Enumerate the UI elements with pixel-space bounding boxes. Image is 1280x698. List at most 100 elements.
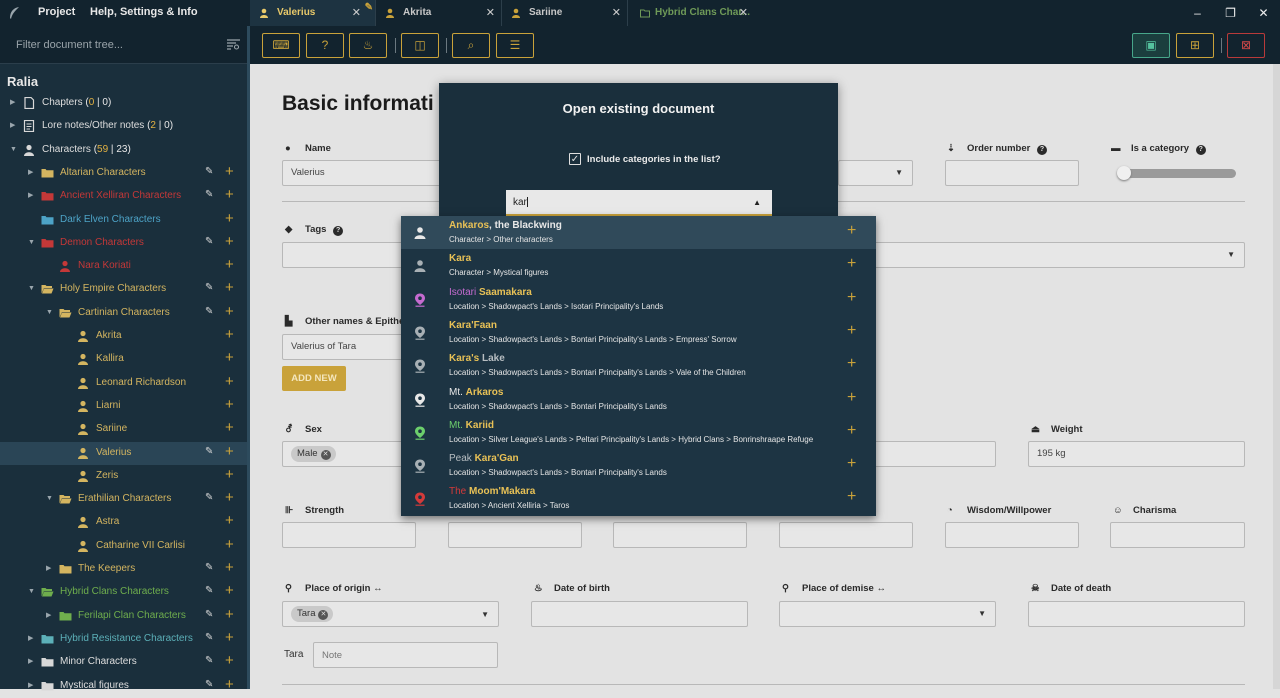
date-of-birth-field[interactable] — [531, 601, 748, 627]
chevron-right-icon[interactable]: ▶ — [10, 121, 18, 131]
add-icon[interactable]: + — [225, 187, 234, 203]
help-icon[interactable]: ? — [333, 226, 344, 236]
include-categories-checkbox[interactable]: ✓ — [569, 153, 581, 165]
edit-icon[interactable]: ✎ — [205, 632, 215, 643]
add-icon[interactable]: + — [225, 163, 234, 180]
edit-icon[interactable]: ✎ — [205, 306, 215, 317]
filter-tree-input[interactable]: Filter document tree... — [0, 26, 247, 64]
search-result-item[interactable]: Peak Kara'Gan Location > Shadowpact's Lan… — [401, 449, 876, 482]
sidebar-item-holy-empire-characters[interactable]: ▼ Holy Empire Characters ✎ + — [0, 278, 247, 301]
search-result-item[interactable]: The Moom'Makara Location > Ancient Xellir… — [401, 482, 876, 515]
stat-field[interactable] — [613, 522, 747, 548]
close-icon[interactable]: ✕ — [739, 0, 748, 26]
edit-icon[interactable]: ✎ — [205, 679, 215, 690]
edit-icon[interactable]: ✎ — [205, 446, 215, 457]
remove-chip-icon[interactable]: ✕ — [318, 610, 329, 620]
sidebar-item-kallira[interactable]: Kallira + — [0, 348, 247, 371]
order-number-field[interactable] — [945, 160, 1079, 186]
sidebar-item-lore-notes-other-notes[interactable]: ▶ Lore notes/Other notes (2 | 0) — [0, 115, 247, 138]
sidebar-item-sariine[interactable]: Sariine + — [0, 418, 247, 441]
document-search-input[interactable]: kar ▲ — [506, 190, 772, 216]
close-icon[interactable]: ✕ — [352, 0, 361, 26]
chevron-right-icon[interactable]: ▶ — [46, 564, 54, 574]
tab-valerius[interactable]: Valerius ✕ ✎ — [250, 0, 376, 26]
sidebar-item-demon-characters[interactable]: ▼ Demon Characters ✎ + — [0, 232, 247, 255]
add-icon[interactable]: + — [225, 373, 234, 390]
add-icon[interactable]: + — [225, 629, 234, 646]
help-document-button[interactable]: ? — [306, 33, 344, 58]
add-icon[interactable]: + — [225, 536, 234, 553]
add-icon[interactable]: + — [225, 350, 234, 366]
add-icon[interactable]: + — [847, 456, 856, 472]
sidebar-item-leonard-richardson[interactable]: Leonard Richardson + — [0, 372, 247, 395]
sex-chip[interactable]: Male ✕ — [291, 446, 336, 462]
chevron-right-icon[interactable]: ▶ — [10, 98, 18, 108]
add-icon[interactable]: + — [225, 257, 234, 273]
chevron-down-icon[interactable]: ▼ — [10, 145, 18, 155]
chevron-right-icon[interactable]: ▶ — [28, 191, 36, 201]
charisma-field[interactable] — [1110, 522, 1245, 548]
tab-hybrid-clans[interactable]: Hybrid Clans Char... ✕ — [628, 0, 754, 26]
tree-button[interactable]: ⊞ — [1176, 33, 1214, 58]
sidebar-item-akrita[interactable]: Akrita + — [0, 325, 247, 348]
close-icon[interactable]: ✕ — [486, 0, 495, 26]
search-result-item[interactable]: Kara's Lake Location > Shadowpact's Lands… — [401, 349, 876, 382]
place-of-origin-select[interactable]: Tara ✕ ▼ — [282, 601, 499, 627]
add-new-button[interactable]: ADD NEW — [282, 366, 346, 391]
sidebar-item-zeris[interactable]: Zeris + — [0, 465, 247, 488]
add-icon[interactable]: + — [225, 513, 234, 529]
sidebar-item-the-keepers[interactable]: ▶ The Keepers ✎ + — [0, 558, 247, 581]
edit-icon[interactable]: ✎ — [205, 236, 215, 247]
delete-document-button[interactable]: ⊠ — [1227, 33, 1265, 58]
add-icon[interactable]: + — [225, 490, 234, 506]
stat-field[interactable] — [448, 522, 582, 548]
edit-icon[interactable]: ✎ — [205, 190, 215, 200]
name-field[interactable]: Valerius — [282, 160, 452, 186]
chevron-right-icon[interactable]: ▶ — [46, 611, 54, 621]
filter-list-icon[interactable] — [227, 39, 240, 50]
search-result-item[interactable]: Kara Character > Mystical figures + — [401, 249, 876, 282]
chevron-right-icon[interactable]: ▶ — [28, 657, 36, 667]
search-database-button[interactable]: ⌕ — [452, 33, 490, 58]
minimize-button[interactable]: – — [1181, 0, 1214, 26]
close-icon[interactable]: ✕ — [612, 0, 621, 26]
origin-note-field[interactable] — [313, 642, 498, 668]
sidebar-item-dark-elven-characters[interactable]: Dark Elven Characters + — [0, 209, 247, 232]
edit-icon[interactable]: ✎ — [205, 609, 215, 620]
search-result-item[interactable]: Mt. Arkaros Location > Shadowpact's Lands… — [401, 383, 876, 416]
dropdown-arrow-icon[interactable]: ▲ — [753, 198, 761, 207]
place-of-demise-select[interactable]: ▼ — [779, 601, 996, 627]
swap-icon[interactable]: ↔ — [373, 583, 383, 594]
add-icon[interactable]: + — [847, 289, 856, 306]
add-icon[interactable]: + — [847, 422, 856, 439]
sidebar-item-erathilian-characters[interactable]: ▼ Erathilian Characters ✎ + — [0, 488, 247, 511]
add-icon[interactable]: + — [225, 233, 234, 250]
chevron-down-icon[interactable]: ▼ — [46, 308, 54, 318]
edit-icon[interactable]: ✎ — [205, 493, 215, 503]
wisdom-field[interactable] — [945, 522, 1079, 548]
add-icon[interactable]: + — [225, 327, 234, 343]
add-icon[interactable]: + — [847, 489, 856, 505]
sidebar-item-cartinian-characters[interactable]: ▼ Cartinian Characters ✎ + — [0, 302, 247, 325]
add-icon[interactable]: + — [225, 466, 234, 483]
add-icon[interactable]: + — [847, 256, 856, 272]
help-icon[interactable]: ? — [1037, 145, 1047, 155]
sidebar-item-valerius[interactable]: Valerius ✎ + — [0, 441, 247, 465]
search-result-item[interactable]: Isotari Saamakara Location > Shadowpact's… — [401, 283, 876, 316]
chevron-down-icon[interactable]: ▼ — [28, 587, 36, 597]
content-scrollbar[interactable] — [1273, 64, 1280, 689]
search-result-item[interactable]: Ankaros, the Blackwing Character > Other … — [401, 216, 876, 249]
sidebar-item-ancient-xelliran-characters[interactable]: ▶ Ancient Xelliran Characters ✎ + — [0, 185, 247, 208]
date-of-death-field[interactable] — [1028, 601, 1245, 627]
add-icon[interactable]: + — [225, 210, 234, 227]
add-icon[interactable]: + — [225, 583, 234, 599]
sidebar-item-mystical-figures[interactable]: ▶ Mystical figures ✎ + — [0, 675, 247, 698]
add-icon[interactable]: + — [225, 443, 234, 460]
sidebar-item-nara-koriati[interactable]: Nara Koriati + — [0, 255, 247, 278]
is-category-toggle[interactable] — [1117, 166, 1236, 180]
edit-icon[interactable]: ✎ — [205, 586, 215, 596]
stat-field[interactable] — [779, 522, 913, 548]
close-window-button[interactable]: ✕ — [1247, 0, 1280, 26]
tab-sariine[interactable]: Sariine ✕ — [502, 0, 628, 26]
edit-icon[interactable]: ✎ — [205, 283, 215, 293]
